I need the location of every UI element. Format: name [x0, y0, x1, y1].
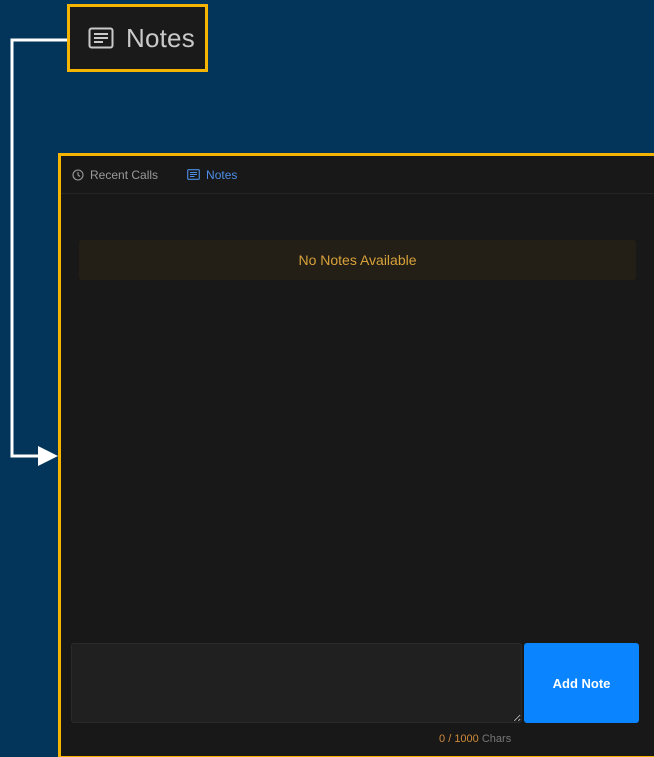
note-input[interactable]	[71, 643, 522, 723]
add-note-button[interactable]: Add Note	[524, 643, 639, 723]
tab-label: Recent Calls	[90, 167, 159, 182]
notes-icon	[187, 169, 200, 180]
notes-tab-callout: Notes	[67, 4, 208, 72]
char-count-current: 0	[439, 733, 446, 745]
empty-notes-message: No Notes Available	[79, 240, 636, 280]
notes-icon	[88, 27, 114, 49]
tab-notes[interactable]: Notes	[187, 168, 237, 182]
char-count-separator: /	[448, 733, 452, 745]
callout-label: Notes	[126, 22, 195, 53]
clock-icon	[72, 168, 84, 181]
character-counter: 0 / 1000 Chars	[439, 733, 511, 745]
notes-panel: Recent Calls Notes No Notes Available Ad…	[58, 153, 654, 757]
tab-label: Notes	[206, 167, 238, 182]
char-count-max: 1000	[454, 733, 479, 745]
tab-recent-calls[interactable]: Recent Calls	[72, 168, 158, 182]
note-composer: Add Note	[71, 643, 641, 725]
char-count-unit: Chars	[481, 733, 512, 745]
tab-bar: Recent Calls Notes	[61, 156, 654, 194]
annotated-screenshot: Notes Recent Calls Notes No Notes Availa…	[0, 0, 654, 757]
